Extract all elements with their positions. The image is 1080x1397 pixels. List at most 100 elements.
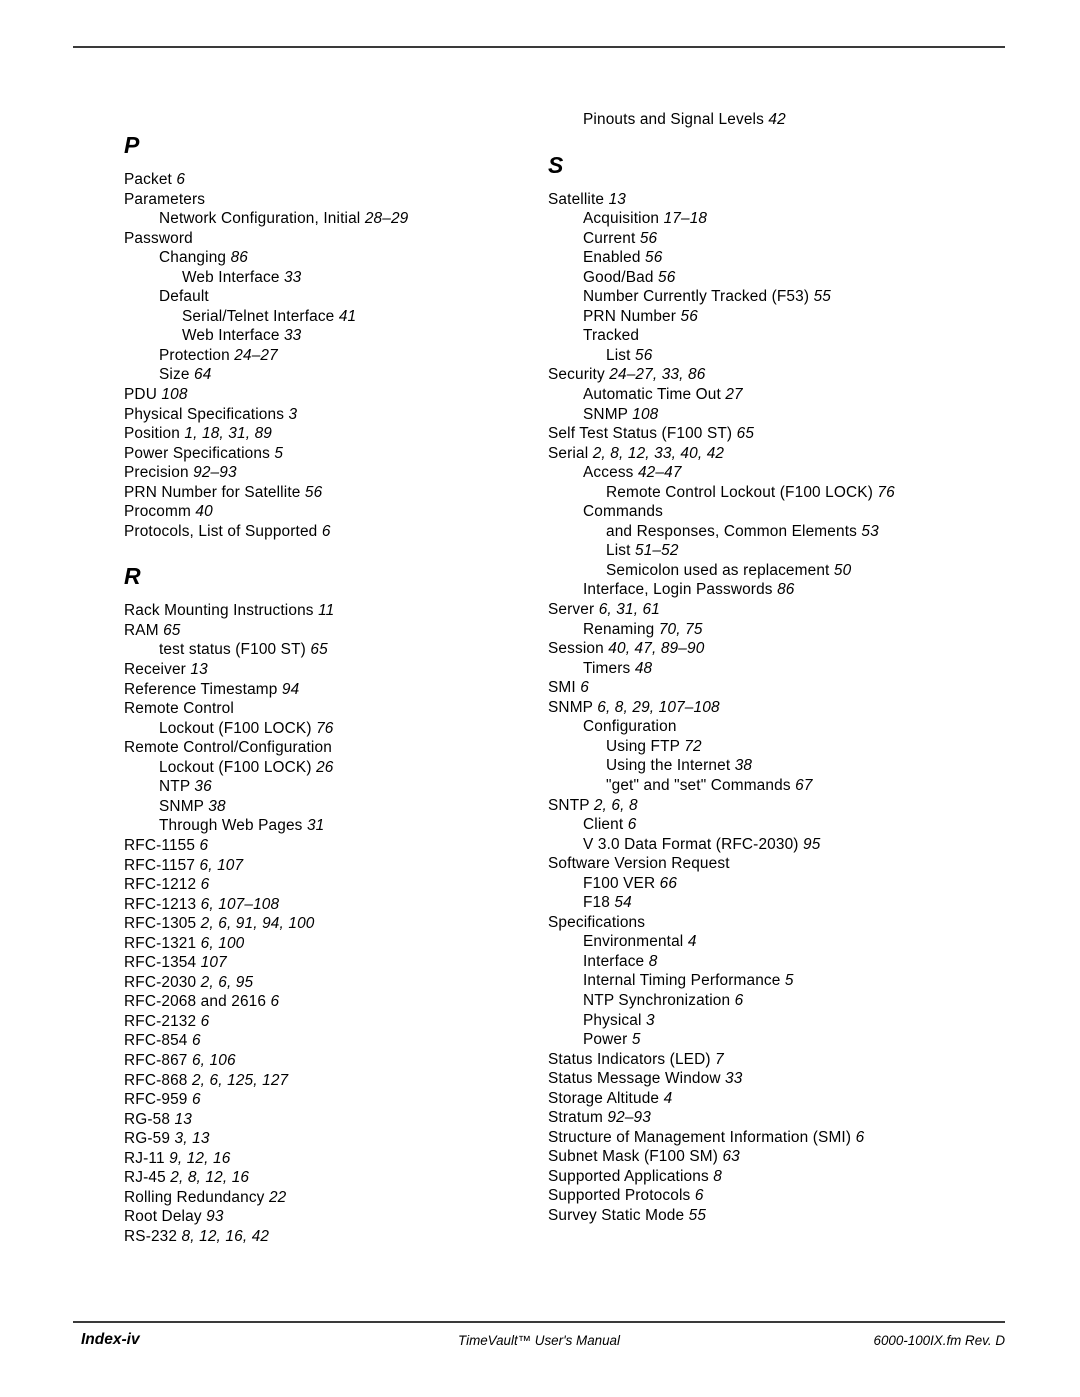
index-entry-pages[interactable]: 107 bbox=[201, 954, 227, 971]
index-entry[interactable]: Number Currently Tracked (F53) 55 bbox=[548, 287, 978, 307]
index-entry[interactable]: RFC-868 2, 6, 125, 127 bbox=[124, 1071, 554, 1091]
index-entry-pages[interactable]: 86 bbox=[777, 581, 794, 598]
index-entry-pages[interactable]: 6, 107 bbox=[200, 857, 244, 874]
index-entry-pages[interactable]: 5 bbox=[785, 972, 794, 989]
index-entry[interactable]: Status Indicators (LED) 7 bbox=[548, 1050, 978, 1070]
index-entry[interactable]: Enabled 56 bbox=[548, 248, 978, 268]
index-entry-pages[interactable]: 93 bbox=[206, 1208, 223, 1225]
index-entry[interactable]: Access 42–47 bbox=[548, 463, 978, 483]
index-entry[interactable]: and Responses, Common Elements 53 bbox=[548, 522, 978, 542]
index-entry-pages[interactable]: 6, 107–108 bbox=[201, 896, 280, 913]
index-entry-pages[interactable]: 13 bbox=[609, 191, 626, 208]
index-entry[interactable]: RS-232 8, 12, 16, 42 bbox=[124, 1227, 554, 1247]
index-entry[interactable]: RFC-1321 6, 100 bbox=[124, 934, 554, 954]
index-entry-pages[interactable]: 6 bbox=[322, 523, 331, 540]
index-entry-pages[interactable]: 67 bbox=[795, 777, 812, 794]
index-entry-pages[interactable]: 7 bbox=[715, 1051, 724, 1068]
index-entry-pages[interactable]: 22 bbox=[269, 1189, 286, 1206]
index-entry[interactable]: RFC-1354 107 bbox=[124, 953, 554, 973]
index-entry[interactable]: NTP 36 bbox=[124, 777, 554, 797]
index-entry[interactable]: RG-59 3, 13 bbox=[124, 1129, 554, 1149]
index-entry-pages[interactable]: 38 bbox=[735, 757, 752, 774]
index-entry-pages[interactable]: 55 bbox=[689, 1207, 706, 1224]
index-entry-pages[interactable]: 8 bbox=[649, 953, 658, 970]
index-entry[interactable]: F100 VER 66 bbox=[548, 874, 978, 894]
index-entry[interactable]: Storage Altitude 4 bbox=[548, 1089, 978, 1109]
index-entry-pages[interactable]: 6 bbox=[192, 1091, 201, 1108]
index-entry-pages[interactable]: 86 bbox=[231, 249, 248, 266]
index-entry[interactable]: Tracked bbox=[548, 326, 978, 346]
index-entry[interactable]: F18 54 bbox=[548, 893, 978, 913]
index-entry[interactable]: SNMP 108 bbox=[548, 405, 978, 425]
index-entry[interactable]: Rack Mounting Instructions 11 bbox=[124, 601, 554, 621]
index-entry[interactable]: PDU 108 bbox=[124, 385, 554, 405]
index-entry[interactable]: "get" and "set" Commands 67 bbox=[548, 776, 978, 796]
index-entry-pages[interactable]: 108 bbox=[632, 406, 658, 423]
index-entry-pages[interactable]: 56 bbox=[645, 249, 662, 266]
index-entry-pages[interactable]: 4 bbox=[664, 1090, 673, 1107]
index-entry-pages[interactable]: 24–27 bbox=[234, 347, 278, 364]
index-entry-pages[interactable]: 56 bbox=[305, 484, 322, 501]
index-entry[interactable]: RFC-1213 6, 107–108 bbox=[124, 895, 554, 915]
index-entry-pages[interactable]: 3 bbox=[289, 406, 298, 423]
index-entry-pages[interactable]: 50 bbox=[834, 562, 851, 579]
index-entry[interactable]: Automatic Time Out 27 bbox=[548, 385, 978, 405]
index-entry[interactable]: Lockout (F100 LOCK) 26 bbox=[124, 758, 554, 778]
index-entry[interactable]: SNMP 6, 8, 29, 107–108 bbox=[548, 698, 978, 718]
index-entry-pages[interactable]: 6 bbox=[271, 993, 280, 1010]
index-entry[interactable]: RFC-854 6 bbox=[124, 1031, 554, 1051]
index-entry-pages[interactable]: 76 bbox=[316, 720, 333, 737]
index-entry[interactable]: Web Interface 33 bbox=[124, 268, 554, 288]
index-entry[interactable]: test status (F100 ST) 65 bbox=[124, 640, 554, 660]
index-entry[interactable]: Software Version Request bbox=[548, 854, 978, 874]
index-entry[interactable]: Pinouts and Signal Levels 42 bbox=[548, 110, 978, 130]
index-entry[interactable]: RJ-45 2, 8, 12, 16 bbox=[124, 1168, 554, 1188]
index-entry-pages[interactable]: 6, 31, 61 bbox=[599, 601, 660, 618]
index-entry[interactable]: RFC-2030 2, 6, 95 bbox=[124, 973, 554, 993]
index-entry[interactable]: RFC-2132 6 bbox=[124, 1012, 554, 1032]
index-entry-pages[interactable]: 92–93 bbox=[193, 464, 237, 481]
index-entry[interactable]: Physical 3 bbox=[548, 1011, 978, 1031]
index-entry[interactable]: List 51–52 bbox=[548, 541, 978, 561]
index-entry[interactable]: Precision 92–93 bbox=[124, 463, 554, 483]
index-entry[interactable]: RAM 65 bbox=[124, 621, 554, 641]
index-entry-pages[interactable]: 6, 100 bbox=[201, 935, 245, 952]
index-entry[interactable]: Current 56 bbox=[548, 229, 978, 249]
index-entry-pages[interactable]: 11 bbox=[318, 602, 334, 619]
index-entry[interactable]: Size 64 bbox=[124, 365, 554, 385]
index-entry[interactable]: RFC-1155 6 bbox=[124, 836, 554, 856]
index-entry[interactable]: RG-58 13 bbox=[124, 1110, 554, 1130]
index-entry[interactable]: Serial 2, 8, 12, 33, 40, 42 bbox=[548, 444, 978, 464]
index-entry-pages[interactable]: 51–52 bbox=[635, 542, 679, 559]
index-entry[interactable]: Remote Control Lockout (F100 LOCK) 76 bbox=[548, 483, 978, 503]
index-entry-pages[interactable]: 3, 13 bbox=[175, 1130, 210, 1147]
index-entry-pages[interactable]: 6 bbox=[192, 1032, 201, 1049]
index-entry-pages[interactable]: 2, 6, 95 bbox=[201, 974, 254, 991]
index-entry-pages[interactable]: 6 bbox=[201, 1013, 210, 1030]
index-entry[interactable]: Interface 8 bbox=[548, 952, 978, 972]
index-entry[interactable]: RFC-1157 6, 107 bbox=[124, 856, 554, 876]
index-entry-pages[interactable]: 9, 12, 16 bbox=[169, 1150, 230, 1167]
index-entry[interactable]: V 3.0 Data Format (RFC-2030) 95 bbox=[548, 835, 978, 855]
index-entry-pages[interactable]: 6 bbox=[580, 679, 589, 696]
index-entry[interactable]: Security 24–27, 33, 86 bbox=[548, 365, 978, 385]
index-entry-pages[interactable]: 13 bbox=[190, 661, 207, 678]
index-entry-pages[interactable]: 24–27, 33, 86 bbox=[609, 366, 705, 383]
index-entry[interactable]: Power Specifications 5 bbox=[124, 444, 554, 464]
index-entry-pages[interactable]: 33 bbox=[725, 1070, 742, 1087]
index-entry-pages[interactable]: 65 bbox=[310, 641, 327, 658]
index-entry-pages[interactable]: 65 bbox=[737, 425, 754, 442]
index-entry[interactable]: Parameters bbox=[124, 190, 554, 210]
index-entry[interactable]: Default bbox=[124, 287, 554, 307]
index-entry[interactable]: Position 1, 18, 31, 89 bbox=[124, 424, 554, 444]
index-entry[interactable]: Procomm 40 bbox=[124, 502, 554, 522]
index-entry-pages[interactable]: 5 bbox=[632, 1031, 641, 1048]
index-entry[interactable]: Using the Internet 38 bbox=[548, 756, 978, 776]
index-entry[interactable]: Root Delay 93 bbox=[124, 1207, 554, 1227]
index-entry[interactable]: SMI 6 bbox=[548, 678, 978, 698]
index-entry[interactable]: PRN Number 56 bbox=[548, 307, 978, 327]
index-entry[interactable]: Packet 6 bbox=[124, 170, 554, 190]
index-entry[interactable]: Network Configuration, Initial 28–29 bbox=[124, 209, 554, 229]
index-entry-pages[interactable]: 56 bbox=[640, 230, 657, 247]
index-entry-pages[interactable]: 33 bbox=[284, 327, 301, 344]
